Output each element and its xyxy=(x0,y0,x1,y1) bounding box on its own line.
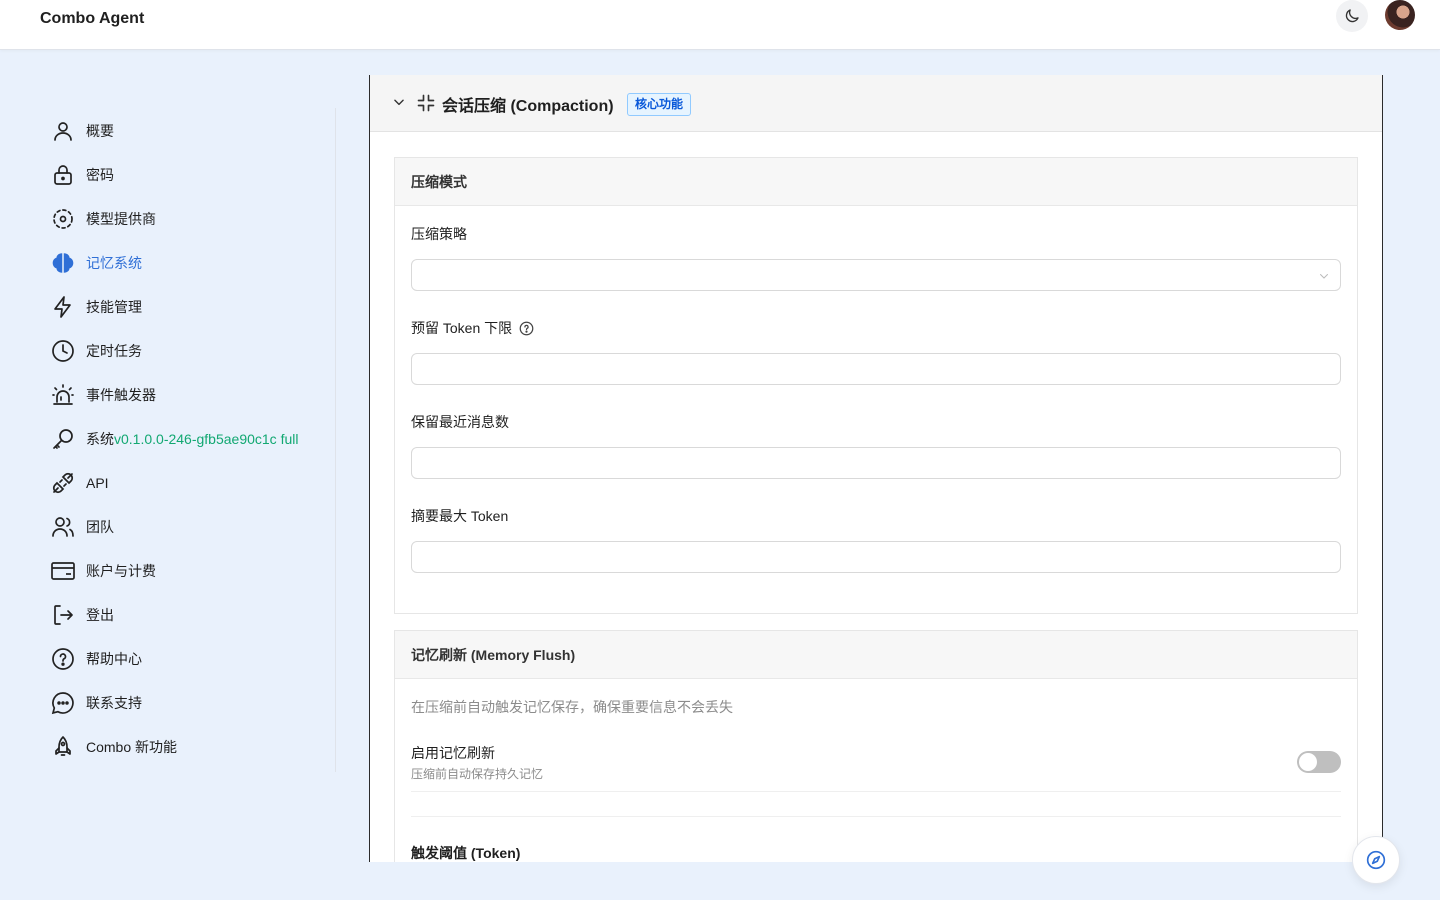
strategy-label: 压缩策略 xyxy=(411,226,467,242)
sidebar-item-memory[interactable]: 记忆系统 xyxy=(50,247,330,279)
chat-icon xyxy=(50,690,76,716)
brand-name[interactable]: Combo Agent xyxy=(40,10,144,28)
keep-recent-input[interactable] xyxy=(411,447,1341,479)
trigger-threshold-label: 触发阈值 (Token) xyxy=(411,845,521,861)
sidebar-item-event-triggers[interactable]: 事件触发器 xyxy=(50,379,330,411)
compass-icon xyxy=(1366,850,1386,870)
sidebar-item-skills[interactable]: 技能管理 xyxy=(50,291,330,323)
memory-flush-card: 记忆刷新 (Memory Flush) 在压缩前自动触发记忆保存，确保重要信息不… xyxy=(394,630,1358,862)
toggle-knob xyxy=(1299,753,1317,771)
enable-memory-flush-sub: 压缩前自动保存持久记忆 xyxy=(411,767,544,781)
sidebar-item-label: 联系支持 xyxy=(86,695,142,711)
sidebar-item-model-provider[interactable]: 模型提供商 xyxy=(50,203,330,235)
sidebar-item-billing[interactable]: 账户与计费 xyxy=(50,555,330,587)
sidebar-item-scheduled-tasks[interactable]: 定时任务 xyxy=(50,335,330,367)
sidebar-item-label: 登出 xyxy=(86,607,114,623)
enable-memory-flush-label: 启用记忆刷新 xyxy=(411,745,495,761)
divider xyxy=(411,816,1341,817)
credit-card-icon xyxy=(50,558,76,584)
summary-max-token-input[interactable] xyxy=(411,541,1341,573)
sidebar-item-label: 账户与计费 xyxy=(86,563,156,579)
sidebar-item-label: 技能管理 xyxy=(86,299,142,315)
compaction-panel: 会话压缩 (Compaction) 核心功能 压缩模式 压缩策略 预留 Toke… xyxy=(369,75,1383,862)
rocket-icon xyxy=(50,734,76,760)
keep-recent-label: 保留最近消息数 xyxy=(411,414,509,430)
lightning-icon xyxy=(50,294,76,320)
sidebar-item-label: Combo 新功能 xyxy=(86,739,178,755)
panel-title: 会话压缩 (Compaction) xyxy=(442,98,614,115)
sidebar-item-label: 概要 xyxy=(86,123,114,139)
moon-icon xyxy=(1345,9,1359,23)
sidebar-item-label: 定时任务 xyxy=(86,343,142,359)
sidebar-item-help[interactable]: 帮助中心 xyxy=(50,643,330,675)
question-circle-icon[interactable] xyxy=(519,321,534,336)
sidebar-item-label: 帮助中心 xyxy=(86,651,142,667)
help-icon xyxy=(50,646,76,672)
sidebar-item-logout[interactable]: 登出 xyxy=(50,599,330,631)
team-icon xyxy=(50,514,76,540)
compression-mode-card: 压缩模式 压缩策略 预留 Token 下限 保留最近消息数 摘要最大 Token xyxy=(394,157,1358,614)
plug-icon xyxy=(50,470,76,496)
sidebar-item-team[interactable]: 团队 xyxy=(50,511,330,543)
panel-header[interactable]: 会话压缩 (Compaction) 核心功能 xyxy=(370,75,1382,132)
theme-toggle-button[interactable] xyxy=(1336,0,1368,32)
clock-icon xyxy=(50,338,76,364)
sidebar-item-label: 模型提供商 xyxy=(86,211,156,227)
sidebar-item-overview[interactable]: 概要 xyxy=(50,115,330,147)
sidebar: 概要 密码 模型提供商 记忆系统 技能管理 定时任务 事件触发器 系统 v0.1… xyxy=(40,108,336,772)
reserve-token-input[interactable] xyxy=(411,353,1341,385)
sidebar-item-support[interactable]: 联系支持 xyxy=(50,687,330,719)
strategy-select[interactable] xyxy=(411,259,1341,291)
sidebar-item-label: 记忆系统 xyxy=(86,255,142,271)
compress-icon xyxy=(417,94,435,112)
chevron-down-icon[interactable] xyxy=(392,95,406,109)
summary-max-token-label: 摘要最大 Token xyxy=(411,508,509,524)
sidebar-item-label: 事件触发器 xyxy=(86,387,156,403)
sidebar-item-whats-new[interactable]: Combo 新功能 xyxy=(50,731,330,763)
lock-icon xyxy=(50,162,76,188)
core-feature-badge: 核心功能 xyxy=(627,93,692,116)
user-avatar[interactable] xyxy=(1385,0,1415,30)
memory-flush-description: 在压缩前自动触发记忆保存，确保重要信息不会丢失 xyxy=(411,699,733,715)
sidebar-item-label: 密码 xyxy=(86,167,114,183)
logout-icon xyxy=(50,602,76,628)
key-icon xyxy=(50,426,76,452)
version-label: v0.1.0.0-246-gfb5ae90c1c full xyxy=(114,431,299,447)
sidebar-item-system[interactable]: 系统 v0.1.0.0-246-gfb5ae90c1c full xyxy=(50,423,330,455)
sidebar-item-label: API xyxy=(86,475,109,491)
chevron-down-icon xyxy=(1320,274,1328,279)
sidebar-item-label: 团队 xyxy=(86,519,114,535)
divider xyxy=(411,791,1341,792)
sidebar-item-api[interactable]: API xyxy=(50,467,330,499)
card-heading: 压缩模式 xyxy=(395,158,1357,206)
brain-icon xyxy=(50,250,76,276)
reserve-token-label-text: 预留 Token 下限 xyxy=(411,320,513,336)
enable-memory-flush-toggle[interactable] xyxy=(1297,751,1341,773)
sidebar-item-label: 系统 xyxy=(86,431,114,447)
siren-icon xyxy=(50,382,76,408)
model-provider-icon xyxy=(50,206,76,232)
user-icon xyxy=(50,118,76,144)
top-bar: Combo Agent xyxy=(0,0,1440,50)
compass-fab[interactable] xyxy=(1352,836,1400,884)
reserve-token-label: 预留 Token 下限 xyxy=(411,318,534,338)
card-heading: 记忆刷新 (Memory Flush) xyxy=(395,631,1357,679)
sidebar-item-password[interactable]: 密码 xyxy=(50,159,330,191)
